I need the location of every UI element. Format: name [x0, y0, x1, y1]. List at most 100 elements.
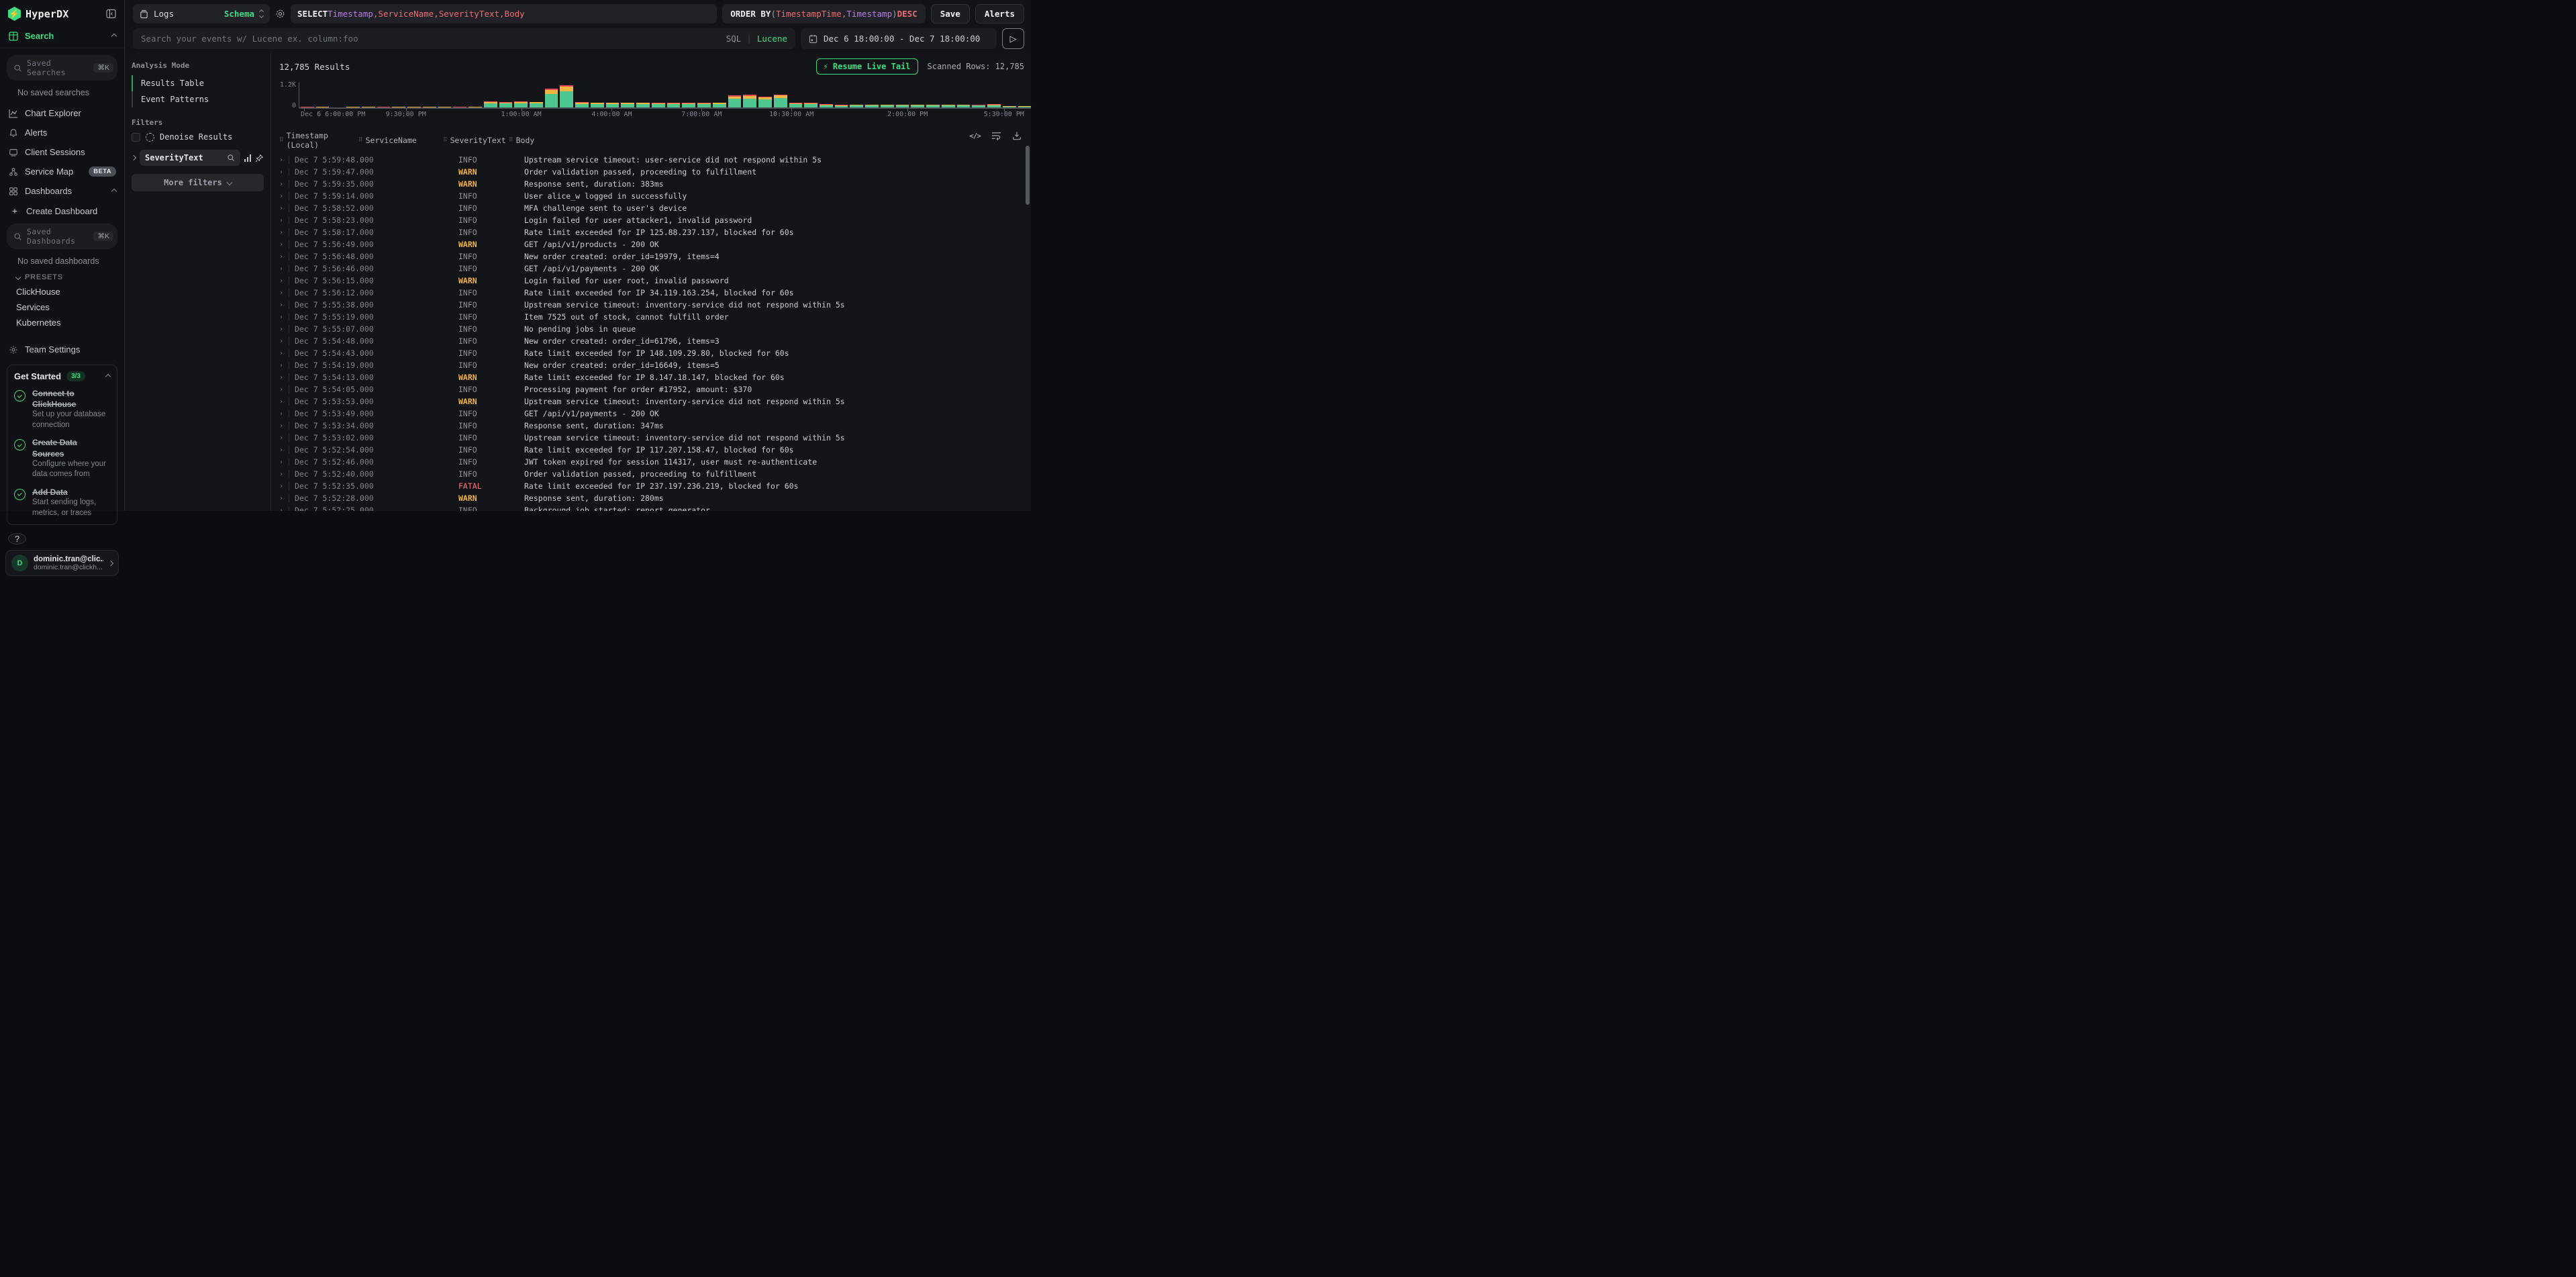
expand-row-icon[interactable]: › [279, 156, 289, 164]
table-row[interactable]: ›Dec 7 5:54:13.000 PMWARNRate limit exce… [279, 371, 1031, 383]
table-row[interactable]: ›Dec 7 5:52:54.000 PMINFORate limit exce… [279, 444, 1031, 456]
table-row[interactable]: ›Dec 7 5:56:12.000 PMINFORate limit exce… [279, 287, 1031, 299]
expand-row-icon[interactable]: › [279, 301, 289, 309]
expand-row-icon[interactable]: › [279, 253, 289, 261]
sql-toggle[interactable]: SQL [726, 34, 742, 44]
event-search-input[interactable]: Search your events w/ Lucene ex. column:… [133, 28, 795, 49]
facet-chart-icon[interactable] [244, 154, 252, 162]
expand-row-icon[interactable]: › [279, 217, 289, 224]
table-row[interactable]: ›Dec 7 5:53:34.000 PMINFOResponse sent, … [279, 420, 1031, 432]
column-header-servicename[interactable]: ⠿ServiceName [358, 136, 443, 145]
chevron-up-icon[interactable] [105, 373, 111, 379]
sidebar-item-search[interactable]: Search [0, 26, 124, 46]
query-settings-gear-icon[interactable] [275, 9, 285, 19]
sidebar-item-chart-explorer[interactable]: Chart Explorer [0, 103, 124, 123]
drag-handle-icon[interactable]: ⠿ [358, 137, 362, 144]
table-row[interactable]: ›Dec 7 5:53:49.000 PMINFOGET /api/v1/pay… [279, 408, 1031, 420]
get-started-item[interactable]: Add Data Start sending logs, metrics, or… [14, 487, 110, 518]
expand-row-icon[interactable]: › [279, 483, 289, 490]
get-started-item[interactable]: Connect to ClickHouse Set up your databa… [14, 388, 110, 430]
sidebar-item-alerts[interactable]: Alerts [0, 123, 124, 142]
create-dashboard-button[interactable]: + Create Dashboard [0, 201, 124, 221]
expand-row-icon[interactable]: › [279, 459, 289, 466]
mode-results-table[interactable]: Results Table [132, 75, 264, 91]
table-row[interactable]: ›Dec 7 5:54:48.000 PMINFONew order creat… [279, 335, 1031, 347]
expand-row-icon[interactable]: › [279, 422, 289, 430]
table-scrollbar[interactable] [1026, 146, 1030, 205]
expand-row-icon[interactable]: › [279, 326, 289, 333]
expand-row-icon[interactable]: › [279, 362, 289, 369]
histogram-bar[interactable] [743, 95, 756, 108]
select-query-input[interactable]: SELECT Timestamp ,ServiceName,SeverityTe… [291, 4, 717, 23]
table-row[interactable]: ›Dec 7 5:55:19.000 PMINFOItem 7525 out o… [279, 311, 1031, 323]
expand-row-icon[interactable]: › [279, 434, 289, 442]
table-row[interactable]: ›Dec 7 5:52:35.000 PMFATALRate limit exc… [279, 480, 1031, 492]
table-row[interactable]: ›Dec 7 5:59:35.000 PMWARNResponse sent, … [279, 178, 1031, 190]
expand-row-icon[interactable]: › [279, 374, 289, 381]
table-row[interactable]: ›Dec 7 5:58:23.000 PMINFOLogin failed fo… [279, 214, 1031, 226]
preset-services[interactable]: Services [0, 299, 124, 315]
expand-row-icon[interactable]: › [279, 265, 289, 273]
saved-dashboards-input[interactable]: Saved Dashboards ⌘K [7, 224, 117, 249]
table-row[interactable]: ›Dec 7 5:54:43.000 PMINFORate limit exce… [279, 347, 1031, 359]
denoise-results-toggle[interactable]: Denoise Results [132, 132, 264, 142]
expand-row-icon[interactable]: › [279, 386, 289, 393]
expand-row-icon[interactable]: › [279, 471, 289, 478]
expand-row-icon[interactable]: › [279, 277, 289, 285]
histogram-bar[interactable] [728, 95, 742, 108]
table-row[interactable]: ›Dec 7 5:59:47.000 PMWARNOrder validatio… [279, 166, 1031, 178]
source-selector[interactable]: Logs Schema [133, 4, 270, 23]
expand-row-icon[interactable]: › [279, 314, 289, 321]
expand-row-icon[interactable]: › [279, 446, 289, 454]
preset-kubernetes[interactable]: Kubernetes [0, 315, 124, 330]
expand-row-icon[interactable]: › [279, 205, 289, 212]
order-by-control[interactable]: ORDER BY ( TimestampTime, Timestamp ) DE… [722, 4, 925, 23]
histogram-bar[interactable] [774, 95, 787, 108]
collapse-sidebar-icon[interactable] [106, 9, 116, 19]
histogram-plot[interactable]: Dec 6 6:00:00 PM9:30:00 PM1:00:00 AM4:00… [299, 84, 1031, 119]
table-row[interactable]: ›Dec 7 5:54:05.000 PMINFOProcessing paym… [279, 383, 1031, 395]
expand-row-icon[interactable]: › [279, 241, 289, 248]
table-row[interactable]: ›Dec 7 5:59:14.000 PMINFOUser alice_w lo… [279, 190, 1031, 202]
user-account-button[interactable]: D dominic.tran@clic... dominic.tran@clic… [5, 550, 119, 576]
resume-live-tail-button[interactable]: ⚡ Resume Live Tail [816, 58, 918, 75]
sidebar-item-team-settings[interactable]: Team Settings [0, 340, 124, 359]
table-row[interactable]: ›Dec 7 5:54:19.000 PMINFONew order creat… [279, 359, 1031, 371]
table-row[interactable]: ›Dec 7 5:59:48.000 PMINFOUpstream servic… [279, 154, 1031, 166]
denoise-checkbox[interactable] [132, 133, 140, 142]
expand-row-icon[interactable]: › [279, 495, 289, 502]
expand-row-icon[interactable]: › [279, 507, 289, 512]
expand-row-icon[interactable]: › [279, 289, 289, 297]
table-row[interactable]: ›Dec 7 5:55:38.000 PMINFOUpstream servic… [279, 299, 1031, 311]
expand-row-icon[interactable]: › [279, 193, 289, 200]
table-row[interactable]: ›Dec 7 5:58:17.000 PMINFORate limit exce… [279, 226, 1031, 238]
column-header-body[interactable]: ⠿Body [509, 136, 534, 145]
save-button[interactable]: Save [931, 4, 970, 23]
table-row[interactable]: ›Dec 7 5:56:15.000 PMWARNLogin failed fo… [279, 275, 1031, 287]
saved-searches-input[interactable]: Saved Searches ⌘K [7, 55, 117, 81]
sidebar-item-dashboards[interactable]: Dashboards [0, 181, 124, 201]
expand-row-icon[interactable]: › [279, 350, 289, 357]
presets-header[interactable]: PRESETS [0, 269, 124, 284]
table-row[interactable]: ›Dec 7 5:53:53.000 PMWARNUpstream servic… [279, 395, 1031, 408]
histogram-bar[interactable] [545, 89, 558, 108]
expand-row-icon[interactable]: › [279, 181, 289, 188]
table-row[interactable]: ›Dec 7 5:56:49.000 PMWARNGET /api/v1/pro… [279, 238, 1031, 250]
code-view-icon[interactable]: </> [969, 132, 981, 140]
pin-icon[interactable] [255, 154, 264, 162]
more-filters-button[interactable]: More filters [132, 174, 264, 191]
mode-event-patterns[interactable]: Event Patterns [132, 91, 264, 107]
table-row[interactable]: ›Dec 7 5:56:46.000 PMINFOGET /api/v1/pay… [279, 263, 1031, 275]
sidebar-item-client-sessions[interactable]: Client Sessions [0, 142, 124, 162]
column-header-timestamp-local-[interactable]: ⠿Timestamp (Local) [279, 131, 358, 150]
chevron-right-icon[interactable] [131, 155, 136, 160]
table-row[interactable]: ›Dec 7 5:56:48.000 PMINFONew order creat… [279, 250, 1031, 263]
help-button[interactable]: ? [8, 533, 26, 545]
table-row[interactable]: ›Dec 7 5:52:46.000 PMINFOJWT token expir… [279, 456, 1031, 468]
expand-row-icon[interactable]: › [279, 398, 289, 406]
facet-search-input[interactable]: SeverityText [140, 150, 240, 166]
lucene-toggle[interactable]: Lucene [757, 34, 787, 44]
drag-handle-icon[interactable]: ⠿ [509, 137, 513, 144]
table-row[interactable]: ›Dec 7 5:53:02.000 PMINFOUpstream servic… [279, 432, 1031, 444]
expand-row-icon[interactable]: › [279, 338, 289, 345]
